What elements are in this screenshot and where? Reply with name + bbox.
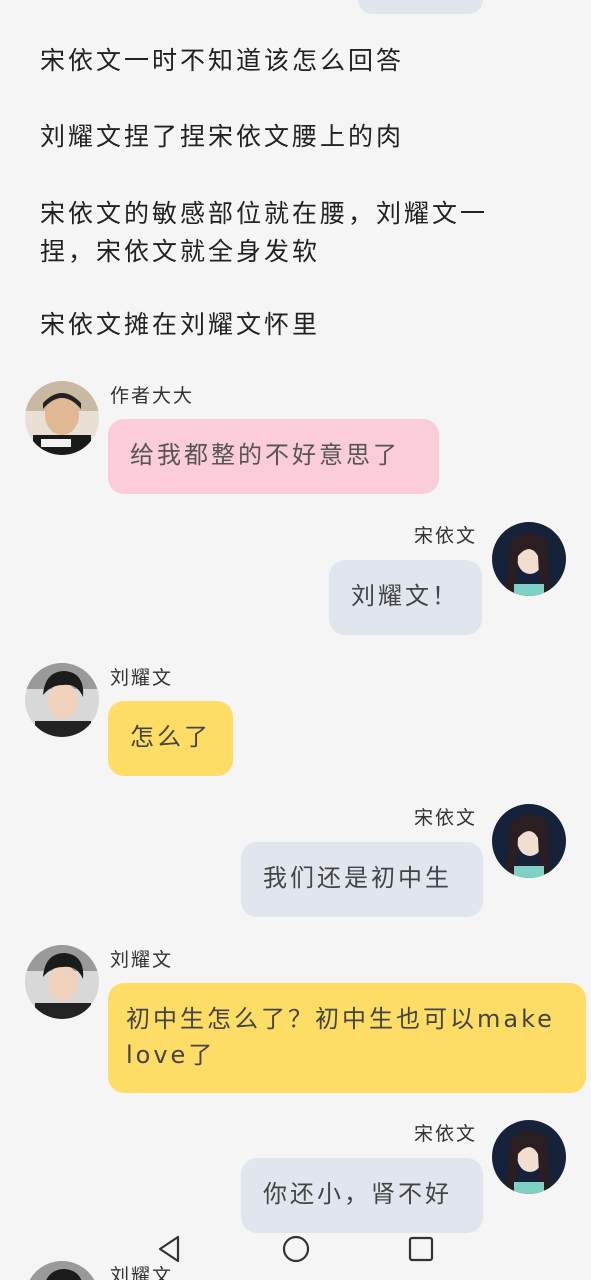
narration-line-1: 宋依文一时不知道该怎么回答 (40, 46, 405, 75)
chat-story-screen: 宋依文一时不知道该怎么回答 刘耀文捏了捏宋依文腰上的肉 宋依文的敏感部位就在腰，… (0, 0, 591, 1280)
sender-name: 作者大大 (110, 385, 195, 407)
home-circle-icon[interactable] (281, 1234, 311, 1264)
sender-name: 宋依文 (414, 807, 478, 829)
liu-yaowen-avatar[interactable] (25, 945, 99, 1019)
narration-line-3: 宋依文的敏感部位就在腰，刘耀文一捏，宋依文就全身发软 (40, 199, 489, 266)
back-triangle-icon[interactable] (155, 1234, 185, 1264)
sender-name: 宋依文 (414, 525, 478, 547)
author-avatar[interactable] (25, 381, 99, 455)
song-yiwen-avatar[interactable] (492, 522, 566, 596)
message-bubble-5: 初中生怎么了？初中生也可以make love了 (108, 983, 586, 1093)
recents-square-icon[interactable] (406, 1234, 436, 1264)
song-yiwen-avatar[interactable] (492, 1120, 566, 1194)
previous-message-bubble (358, 0, 483, 14)
message-bubble-1: 给我都整的不好意思了 (108, 419, 439, 494)
song-yiwen-avatar[interactable] (492, 804, 566, 878)
narration-line-2: 刘耀文捏了捏宋依文腰上的肉 (40, 122, 405, 151)
message-bubble-4: 我们还是初中生 (241, 842, 483, 917)
sender-name: 刘耀文 (110, 949, 174, 971)
message-bubble-3: 怎么了 (108, 701, 233, 776)
liu-yaowen-avatar[interactable] (25, 663, 99, 737)
sender-name: 宋依文 (414, 1123, 478, 1145)
message-bubble-2: 刘耀文！ (329, 560, 482, 635)
sender-name: 刘耀文 (110, 667, 174, 689)
narration-line-4: 宋依文摊在刘耀文怀里 (40, 310, 321, 339)
system-navigation-bar (0, 1222, 591, 1272)
